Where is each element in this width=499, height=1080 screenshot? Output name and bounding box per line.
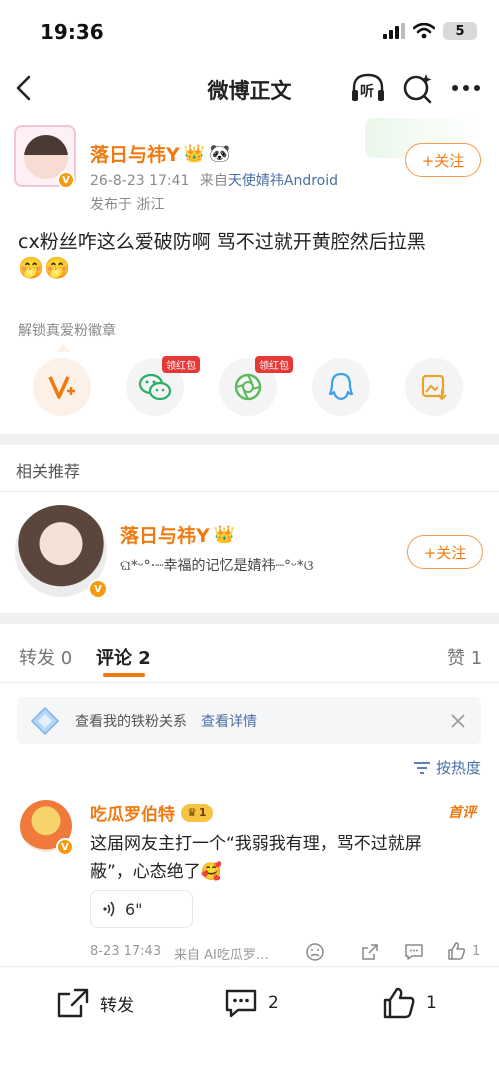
dislike-face-icon[interactable] xyxy=(305,942,325,962)
post-text: cx粉丝咋这么爱破防啊 骂不过就开黄腔然后拉黑 xyxy=(18,231,426,253)
recommend-name[interactable]: 落日与祎Y xyxy=(120,521,210,548)
status-icons: 5 xyxy=(383,22,477,40)
unlock-fan-badge-label: 解锁真爱粉徽章 xyxy=(18,323,116,339)
active-tab-indicator xyxy=(103,673,145,677)
wifi-icon xyxy=(413,23,435,39)
sort-icon xyxy=(414,761,430,774)
verified-badge-icon: V xyxy=(88,579,108,599)
follow-button[interactable]: +关注 xyxy=(405,143,481,177)
search-spark-icon xyxy=(403,74,432,104)
reply-icon[interactable] xyxy=(404,942,424,962)
tab-repost[interactable]: 转发 0 xyxy=(19,644,72,670)
divider xyxy=(0,491,499,492)
like-icon[interactable] xyxy=(447,941,467,961)
recommend-bio: ଘ*ᵕ°·┈幸福的记忆是婧祎┈°ᵕ*ଓ xyxy=(120,558,314,574)
bottom-repost-label: 转发 xyxy=(100,995,134,1016)
crown-icon: 👑 xyxy=(213,524,235,545)
v-plus-icon xyxy=(48,376,75,399)
bottom-like-button[interactable]: 1 xyxy=(382,985,437,1021)
battery-icon: 5 xyxy=(443,22,477,40)
source-app-link[interactable]: 天使婧祎Android xyxy=(228,173,338,189)
voice-duration: 6" xyxy=(125,899,143,919)
image-download-icon xyxy=(421,374,447,401)
verified-badge-icon: V xyxy=(57,171,75,189)
repost-icon xyxy=(57,988,89,1018)
fan-relation-banner[interactable]: 查看我的铁粉关系 查看详情 xyxy=(17,697,481,744)
fan-banner-text: 查看我的铁粉关系 xyxy=(75,714,187,730)
section-divider xyxy=(0,613,499,624)
share-qq-button[interactable] xyxy=(312,358,370,416)
close-icon[interactable] xyxy=(451,714,465,728)
more-button[interactable] xyxy=(448,70,484,106)
comment-time: 8-23 17:43 xyxy=(90,944,162,959)
author-name[interactable]: 落日与祎Y xyxy=(90,140,180,167)
fan-banner-link[interactable]: 查看详情 xyxy=(201,711,257,731)
more-dots-icon xyxy=(452,85,480,91)
comment-text-line2: 蔽”，心态绝了🥰 xyxy=(90,862,222,882)
commenter-name[interactable]: 吃瓜罗伯特 xyxy=(90,800,175,825)
panda-icon: 🐼 xyxy=(208,143,231,164)
bottom-like-count: 1 xyxy=(426,993,437,1013)
comment-icon xyxy=(225,989,257,1018)
moments-aperture-icon xyxy=(234,373,262,401)
wechat-icon xyxy=(138,373,172,401)
thumbs-up-icon xyxy=(383,987,415,1019)
fan-badge-button[interactable] xyxy=(33,358,91,416)
save-image-button[interactable] xyxy=(405,358,463,416)
ai-search-button[interactable] xyxy=(400,70,436,106)
comment-text-line1: 这届网友主打一个“我弱我有理，骂不过就屏 xyxy=(90,834,422,854)
post-timestamp: 26-8-23 17:41 xyxy=(90,173,190,189)
pointer-caret-icon xyxy=(56,344,70,352)
verified-badge-icon: V xyxy=(56,838,74,856)
status-time: 19:36 xyxy=(40,20,104,44)
level-value: 1 xyxy=(198,806,207,819)
voice-wave-icon xyxy=(103,901,115,917)
red-packet-tag: 领红包 xyxy=(255,356,293,373)
bottom-comment-count: 2 xyxy=(268,993,279,1013)
recommend-follow-button[interactable]: +关注 xyxy=(407,535,483,569)
tab-comment[interactable]: 评论 2 xyxy=(96,644,151,670)
divider xyxy=(0,966,499,967)
source-prefix: 来自 xyxy=(199,173,228,189)
diamond-icon xyxy=(30,706,60,736)
recommend-section-title: 相关推荐 xyxy=(16,462,81,481)
bottom-comment-button[interactable]: 2 xyxy=(224,985,279,1021)
comment-source: 来自 AI吃瓜罗… xyxy=(174,948,269,963)
listen-label: 听 xyxy=(360,84,374,100)
tab-like[interactable]: 赞 1 xyxy=(447,644,482,670)
level-badge: ♛ 1 xyxy=(181,803,213,822)
crown-icon: 👑 xyxy=(183,143,205,164)
section-divider xyxy=(0,434,499,445)
crown-icon: ♛ xyxy=(187,806,197,819)
comment-like-count: 1 xyxy=(472,944,481,959)
post-emojis: 🤭🤭 xyxy=(18,256,71,280)
divider xyxy=(0,682,499,683)
share-icon[interactable] xyxy=(360,942,380,962)
voice-message[interactable]: 6" xyxy=(90,890,193,928)
qq-penguin-icon xyxy=(328,372,354,401)
red-packet-tag: 领红包 xyxy=(162,356,200,373)
sort-button[interactable]: 按热度 xyxy=(413,757,481,778)
listen-button[interactable]: 听 xyxy=(350,70,386,106)
sort-label: 按热度 xyxy=(436,759,482,777)
post-location: 发布于 浙江 xyxy=(90,197,165,213)
first-comment-badge: 首评 xyxy=(448,805,476,821)
signal-icon xyxy=(383,23,405,39)
bottom-repost-button[interactable]: 转发 xyxy=(56,985,134,1021)
